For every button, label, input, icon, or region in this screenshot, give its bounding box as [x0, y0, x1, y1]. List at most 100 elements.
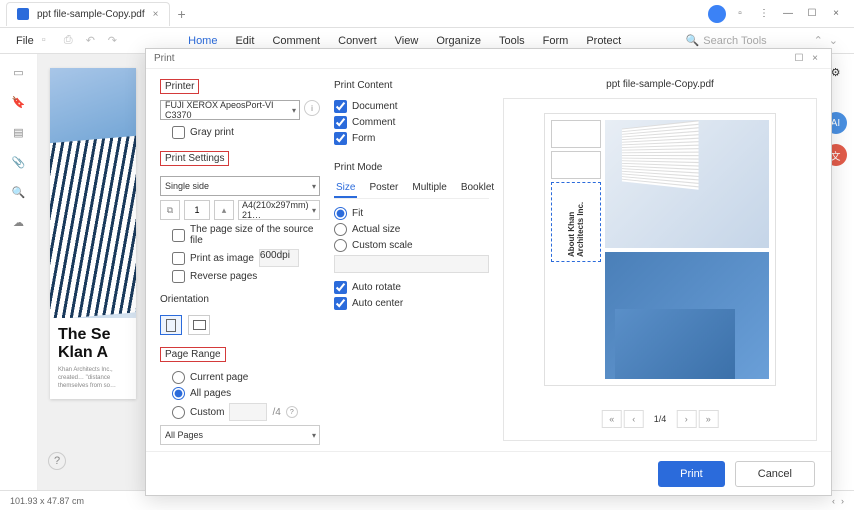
page-range-label: Page Range: [160, 347, 226, 362]
dialog-close-icon[interactable]: ×: [807, 53, 823, 64]
custom-range-input[interactable]: [229, 403, 267, 421]
attachment-icon[interactable]: 📎: [11, 154, 27, 170]
menu-organize[interactable]: Organize: [436, 35, 481, 47]
preview-card-2: [551, 151, 601, 179]
menu-protect[interactable]: Protect: [586, 35, 621, 47]
collapse-down-icon[interactable]: ⌄: [829, 34, 838, 47]
print-button[interactable]: Print: [658, 461, 725, 487]
new-tab-button[interactable]: +: [178, 6, 186, 22]
tab-title: ppt file-sample-Copy.pdf: [37, 9, 145, 20]
content-document-checkbox[interactable]: Document: [334, 100, 489, 113]
content-form-checkbox[interactable]: Form: [334, 132, 489, 145]
print-as-image-checkbox[interactable]: Print as image 600dpi: [160, 249, 320, 267]
pager-next[interactable]: ›: [676, 410, 696, 428]
print-icon[interactable]: ⎙: [64, 34, 80, 47]
search-panel-icon[interactable]: 🔍: [11, 184, 27, 200]
collapse-up-icon[interactable]: ⌃: [814, 34, 823, 47]
printer-info-icon[interactable]: i: [304, 100, 320, 116]
all-pages-filter-select[interactable]: All Pages: [160, 425, 320, 445]
custom-scale-input: [334, 255, 489, 273]
preview-column: ppt file-sample-Copy.pdf About Khan Arch…: [503, 79, 817, 441]
close-window-button[interactable]: ×: [826, 4, 846, 24]
size-fit-radio[interactable]: Fit: [334, 207, 489, 220]
custom-range-total: /4: [272, 407, 280, 418]
left-settings-column: Printer FUJI XEROX ApeosPort-VI C3370 i …: [160, 79, 320, 441]
printer-section-label: Printer: [160, 79, 199, 94]
mode-tab-booklet[interactable]: Booklet: [459, 179, 496, 198]
custom-range-row[interactable]: Custom /4 ?: [160, 403, 320, 421]
app-menu-icon[interactable]: ▫: [730, 4, 750, 24]
user-avatar-icon[interactable]: [708, 5, 726, 23]
pager-first[interactable]: «: [602, 410, 622, 428]
file-menu[interactable]: File: [8, 35, 42, 47]
auto-rotate-checkbox[interactable]: Auto rotate: [334, 281, 489, 294]
pager-prev[interactable]: ‹: [624, 410, 644, 428]
layers-icon[interactable]: ▤: [11, 124, 27, 140]
title-bar: ppt file-sample-Copy.pdf × + ▫ ⋮ — ☐ ×: [0, 0, 854, 28]
cancel-button[interactable]: Cancel: [735, 461, 815, 487]
nav-next-icon[interactable]: ›: [841, 496, 844, 506]
print-dialog: Print ☐ × Printer FUJI XEROX ApeosPort-V…: [145, 48, 832, 496]
orientation-portrait[interactable]: [160, 315, 182, 335]
auto-center-checkbox[interactable]: Auto center: [334, 297, 489, 310]
orientation-landscape[interactable]: [188, 315, 210, 335]
menu-view[interactable]: View: [395, 35, 419, 47]
gray-print-checkbox[interactable]: Gray print: [160, 126, 320, 139]
search-tools[interactable]: 🔍 Search Tools: [686, 34, 806, 47]
menu-home[interactable]: Home: [188, 35, 217, 47]
doc-caption: Khan Architects Inc., created… "distance…: [58, 367, 128, 390]
dialog-title: Print: [154, 53, 175, 64]
pdf-icon: [17, 8, 29, 20]
orientation-label: Orientation: [160, 294, 209, 305]
pager-last[interactable]: »: [698, 410, 718, 428]
save-icon[interactable]: ▫: [42, 34, 58, 47]
thumbnail-icon[interactable]: ▭: [11, 64, 27, 80]
preview-image-top: [605, 120, 769, 248]
size-custom-radio[interactable]: Custom scale: [334, 239, 489, 252]
menu-tools[interactable]: Tools: [499, 35, 525, 47]
preview-page: About Khan Architects Inc.: [544, 113, 776, 386]
source-page-size-checkbox[interactable]: The page size of the source file: [160, 224, 320, 246]
range-help-icon[interactable]: ?: [286, 406, 298, 418]
document-tab[interactable]: ppt file-sample-Copy.pdf ×: [6, 2, 170, 26]
all-pages-radio[interactable]: All pages: [160, 387, 320, 400]
doc-title-2: Klan A: [58, 344, 128, 362]
menu-form[interactable]: Form: [543, 35, 569, 47]
document-image: [50, 68, 136, 318]
redo-icon[interactable]: ↷: [108, 34, 124, 47]
menu-edit[interactable]: Edit: [235, 35, 254, 47]
cloud-icon[interactable]: ☁: [11, 214, 27, 230]
mode-tab-size[interactable]: Size: [334, 179, 357, 198]
mode-tab-multiple[interactable]: Multiple: [410, 179, 448, 198]
menu-convert[interactable]: Convert: [338, 35, 377, 47]
search-icon: 🔍: [686, 34, 700, 47]
dialog-maximize-icon[interactable]: ☐: [791, 53, 807, 64]
reverse-pages-checkbox[interactable]: Reverse pages: [160, 270, 320, 283]
status-dimensions: 101.93 x 47.87 cm: [10, 496, 84, 506]
content-comment-checkbox[interactable]: Comment: [334, 116, 489, 129]
bookmark-icon[interactable]: 🔖: [11, 94, 27, 110]
help-icon[interactable]: ?: [48, 452, 66, 470]
preview-filename: ppt file-sample-Copy.pdf: [503, 79, 817, 90]
undo-icon[interactable]: ↶: [86, 34, 102, 47]
preview-pager: « ‹ 1/4 › »: [602, 410, 719, 428]
copies-spinner[interactable]: ▴: [214, 200, 234, 220]
current-page-radio[interactable]: Current page: [160, 371, 320, 384]
print-mode-label: Print Mode: [334, 162, 382, 173]
size-actual-radio[interactable]: Actual size: [334, 223, 489, 236]
close-tab-icon[interactable]: ×: [153, 9, 159, 20]
print-settings-label: Print Settings: [160, 151, 229, 166]
sides-select[interactable]: Single side: [160, 176, 320, 196]
paper-size-select[interactable]: A4(210x297mm) 21…: [238, 200, 320, 220]
gray-print-input[interactable]: [172, 126, 185, 139]
mid-settings-column: Print Content Document Comment Form Prin…: [334, 79, 489, 441]
printer-select[interactable]: FUJI XEROX ApeosPort-VI C3370: [160, 100, 300, 120]
preview-image-bottom: [605, 252, 769, 380]
minimize-button[interactable]: —: [778, 4, 798, 24]
more-icon[interactable]: ⋮: [754, 4, 774, 24]
copies-input[interactable]: [184, 200, 210, 220]
menu-comment[interactable]: Comment: [272, 35, 320, 47]
nav-prev-icon[interactable]: ‹: [832, 496, 835, 506]
mode-tab-poster[interactable]: Poster: [367, 179, 400, 198]
maximize-button[interactable]: ☐: [802, 4, 822, 24]
